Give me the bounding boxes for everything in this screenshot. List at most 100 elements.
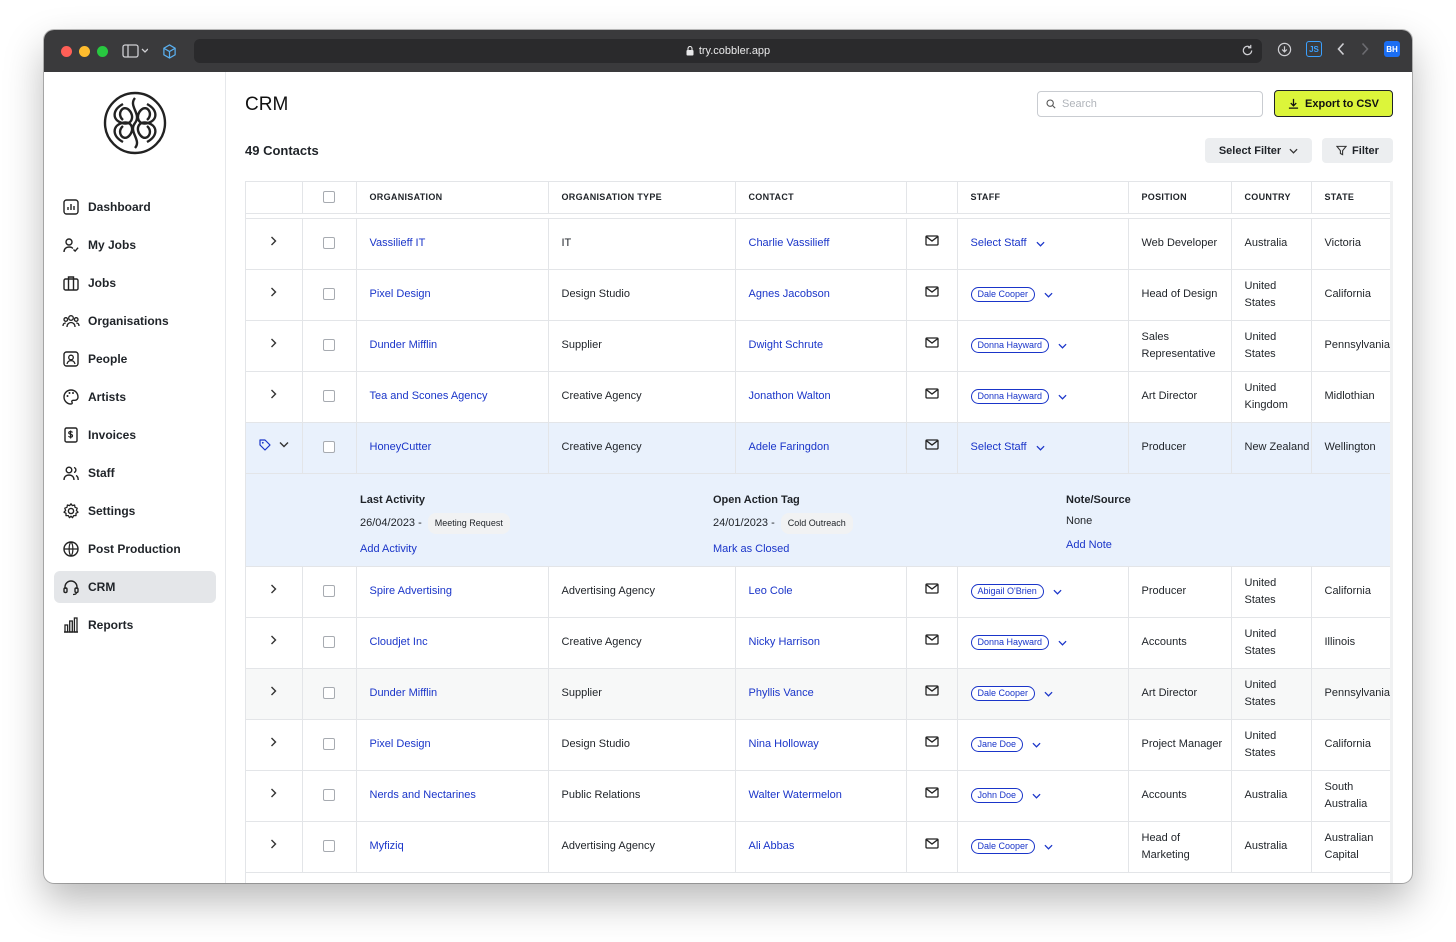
export-csv-button[interactable]: Export to CSV xyxy=(1274,90,1393,117)
table-row[interactable]: Vassilieff IT IT Charlie Vassilieff Select … xyxy=(246,218,1393,270)
expand-row-button[interactable] xyxy=(246,566,303,618)
cube-extension-icon[interactable] xyxy=(162,43,177,59)
column-header-organisation-type[interactable]: ORGANISATION TYPE xyxy=(548,182,736,214)
row-checkbox[interactable] xyxy=(323,687,335,700)
staff-cell[interactable]: Donna Hayward xyxy=(957,617,1129,669)
column-header-state[interactable]: STATE xyxy=(1311,182,1393,214)
sidebar-item-dashboard[interactable]: Dashboard xyxy=(54,191,216,223)
staff-dropdown-toggle[interactable] xyxy=(1032,793,1041,799)
contact-link[interactable]: Phyllis Vance xyxy=(749,687,814,699)
select-staff-link[interactable]: Select Staff xyxy=(971,439,1027,456)
select-filter-dropdown[interactable]: Select Filter xyxy=(1205,138,1312,163)
organisation-link[interactable]: Dunder Mifflin xyxy=(370,687,438,699)
table-row[interactable]: Pixel Design Design Studio Agnes Jacobson D… xyxy=(246,269,1393,321)
contact-link[interactable]: Adele Faringdon xyxy=(749,441,830,453)
back-icon[interactable] xyxy=(1336,42,1346,56)
staff-dropdown-toggle[interactable] xyxy=(1044,691,1053,697)
cobbler-logo-icon[interactable] xyxy=(102,90,168,159)
js-extension-icon[interactable]: JS xyxy=(1306,41,1322,57)
mail-icon[interactable] xyxy=(924,583,939,594)
row-checkbox[interactable] xyxy=(323,288,335,301)
sidebar-item-artists[interactable]: Artists xyxy=(54,381,216,413)
mail-icon[interactable] xyxy=(924,787,939,798)
forward-icon[interactable] xyxy=(1360,42,1370,56)
organisation-link[interactable]: Pixel Design xyxy=(370,738,431,750)
mark-as-closed-link[interactable]: Mark as Closed xyxy=(713,541,853,558)
contact-link[interactable]: Ali Abbas xyxy=(749,840,795,852)
expand-row-button[interactable] xyxy=(246,320,303,372)
staff-cell[interactable]: Dale Cooper xyxy=(957,821,1129,873)
staff-cell[interactable]: Select Staff xyxy=(957,422,1129,474)
sidebar-item-my-jobs[interactable]: My Jobs xyxy=(54,229,216,261)
contact-link[interactable]: Agnes Jacobson xyxy=(749,288,830,300)
expand-row-button[interactable] xyxy=(246,269,303,321)
add-note-link[interactable]: Add Note xyxy=(1066,537,1131,554)
contact-link[interactable]: Charlie Vassilieff xyxy=(749,237,830,249)
staff-cell[interactable]: John Doe xyxy=(957,770,1129,822)
zoom-window-button[interactable] xyxy=(97,45,108,57)
sidebar-item-post-production[interactable]: Post Production xyxy=(54,533,216,565)
sidebar-item-reports[interactable]: Reports xyxy=(54,609,216,641)
table-row[interactable]: HoneyCutter Creative Agency Adele Faringdo… xyxy=(246,422,1393,474)
staff-pill[interactable]: Jane Doe xyxy=(970,737,1024,752)
bh-extension-icon[interactable]: BH xyxy=(1384,41,1400,57)
staff-cell[interactable]: Donna Hayward xyxy=(957,320,1129,372)
sidebar-item-invoices[interactable]: Invoices xyxy=(54,419,216,451)
staff-pill[interactable]: John Doe xyxy=(970,788,1024,803)
minimize-window-button[interactable] xyxy=(79,45,90,57)
mail-icon[interactable] xyxy=(924,838,939,849)
expand-row-button[interactable] xyxy=(246,218,303,270)
staff-pill[interactable]: Donna Hayward xyxy=(970,338,1050,353)
staff-dropdown-toggle[interactable] xyxy=(1044,844,1053,850)
download-icon[interactable] xyxy=(1277,42,1292,57)
row-checkbox[interactable] xyxy=(323,585,335,598)
mail-icon[interactable] xyxy=(924,736,939,747)
staff-cell[interactable]: Dale Cooper xyxy=(957,269,1129,321)
organisation-link[interactable]: Nerds and Nectarines xyxy=(370,789,476,801)
column-header-contact[interactable]: CONTACT xyxy=(735,182,907,214)
organisation-link[interactable]: Cloudjet Inc xyxy=(370,636,428,648)
expand-row-button[interactable] xyxy=(246,719,303,771)
column-header-country[interactable]: COUNTRY xyxy=(1231,182,1312,214)
add-activity-link[interactable]: Add Activity xyxy=(360,541,510,558)
contact-link[interactable]: Leo Cole xyxy=(749,585,793,597)
staff-cell[interactable]: Jane Doe xyxy=(957,719,1129,771)
sidebar-item-people[interactable]: People xyxy=(54,343,216,375)
staff-cell[interactable]: Abigail O'Brien xyxy=(957,566,1129,618)
staff-pill[interactable]: Dale Cooper xyxy=(970,287,1036,302)
column-header-position[interactable]: POSITION xyxy=(1128,182,1232,214)
staff-dropdown-toggle[interactable] xyxy=(1044,292,1053,298)
staff-dropdown-toggle[interactable] xyxy=(1058,640,1067,646)
table-row[interactable]: Spire Advertising Advertising Agency Leo C… xyxy=(246,566,1393,618)
contact-link[interactable]: Jonathon Walton xyxy=(749,390,831,402)
filter-button[interactable]: Filter xyxy=(1322,138,1393,163)
staff-pill[interactable]: Abigail O'Brien xyxy=(970,584,1044,599)
sidebar-item-crm[interactable]: CRM xyxy=(54,571,216,603)
contact-link[interactable]: Walter Watermelon xyxy=(749,789,842,801)
mail-icon[interactable] xyxy=(924,685,939,696)
staff-dropdown-toggle[interactable] xyxy=(1036,241,1045,247)
organisation-link[interactable]: Vassilieff IT xyxy=(370,237,426,249)
mail-icon[interactable] xyxy=(924,388,939,399)
organisation-link[interactable]: HoneyCutter xyxy=(370,441,432,453)
table-row[interactable]: Tea and Scones Agency Creative Agency Jona… xyxy=(246,371,1393,423)
table-row[interactable]: Cloudjet Inc Creative Agency Nicky Harriso… xyxy=(246,617,1393,669)
organisation-link[interactable]: Tea and Scones Agency xyxy=(370,390,488,402)
staff-cell[interactable]: Donna Hayward xyxy=(957,371,1129,423)
expand-row-button[interactable] xyxy=(246,821,303,873)
table-row[interactable]: Pixel Design Design Studio Nina Holloway Ja… xyxy=(246,719,1393,771)
row-checkbox[interactable] xyxy=(323,789,335,802)
select-staff-link[interactable]: Select Staff xyxy=(971,235,1027,252)
staff-dropdown-toggle[interactable] xyxy=(1032,742,1041,748)
table-row[interactable]: Nerds and Nectarines Public Relations Walt… xyxy=(246,770,1393,822)
staff-pill[interactable]: Dale Cooper xyxy=(970,686,1036,701)
row-checkbox[interactable] xyxy=(323,339,335,352)
column-header-organisation[interactable]: ORGANISATION xyxy=(356,182,549,214)
table-row[interactable]: Dunder Mifflin Supplier Dwight Schrute Donn… xyxy=(246,320,1393,372)
staff-cell[interactable]: Dale Cooper xyxy=(957,668,1129,720)
reload-icon[interactable] xyxy=(1241,44,1254,57)
staff-cell[interactable]: Select Staff xyxy=(957,218,1129,270)
sidebar-item-settings[interactable]: Settings xyxy=(54,495,216,527)
organisation-link[interactable]: Dunder Mifflin xyxy=(370,339,438,351)
sidebar-item-jobs[interactable]: Jobs xyxy=(54,267,216,299)
